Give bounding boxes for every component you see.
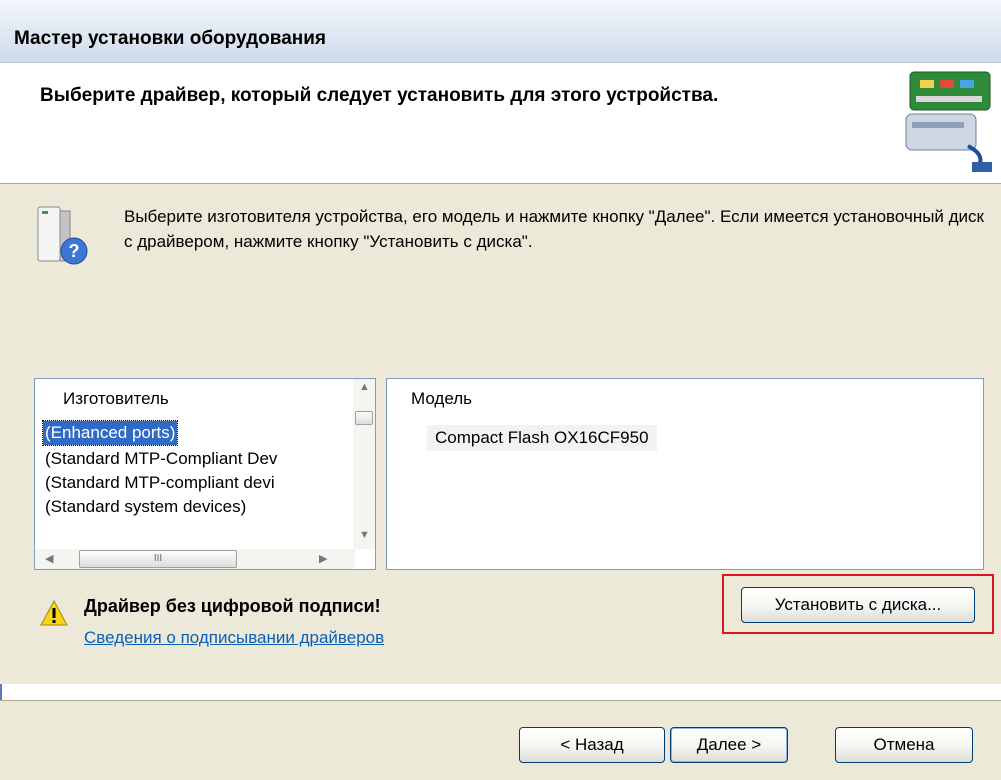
hardware-install-icon [905,71,992,172]
back-button[interactable]: < Назад [519,727,665,763]
scrollbar-thumb[interactable] [355,411,373,425]
model-item[interactable]: Compact Flash OX16CF950 [427,425,657,451]
wizard-header: Выберите драйвер, который следует устано… [0,63,1001,184]
scroll-down-arrow-icon[interactable]: ▼ [359,529,370,541]
page-title: Выберите драйвер, который следует устано… [40,85,719,106]
manufacturer-item[interactable]: (Standard MTP-compliant devi [43,471,277,495]
have-disk-button[interactable]: Установить с диска... [741,587,975,623]
manufacturer-list[interactable]: Изготовитель (Enhanced ports) (Standard … [34,378,376,570]
next-button[interactable]: Далее > [670,727,788,763]
manufacturer-vertical-scrollbar[interactable]: ▲ ▼ [353,379,375,549]
scrollbar-thumb[interactable]: III [79,550,237,568]
manufacturer-column-header[interactable]: Изготовитель [35,379,169,411]
driver-signing-info-link[interactable]: Сведения о подписывании драйверов [84,628,384,648]
scroll-right-arrow-icon[interactable]: ▶ [319,552,327,565]
manufacturer-horizontal-scrollbar[interactable]: ◀ III ▶ [35,549,355,569]
manufacturer-item[interactable]: (Enhanced ports) [41,420,179,446]
hardware-wizard-window: Мастер установки оборудования Выберите д… [0,0,1001,780]
scroll-up-arrow-icon[interactable]: ▲ [359,381,370,393]
manufacturer-item[interactable]: (Standard system devices) [43,495,248,519]
manufacturer-item[interactable]: (Standard MTP-Compliant Dev [43,447,279,471]
unsigned-driver-warning: Драйвер без цифровой подписи! [84,596,381,616]
instruction-text: Выберите изготовителя устройства, его мо… [124,207,984,251]
title-bar[interactable]: Мастер установки оборудования [0,0,1001,63]
svg-text:?: ? [69,241,80,261]
cancel-button[interactable]: Отмена [835,727,973,763]
warning-icon [40,600,68,626]
device-question-icon: ? [37,206,88,265]
window-title: Мастер установки оборудования [14,28,327,49]
model-column-header[interactable]: Модель [387,379,472,411]
model-list[interactable]: Модель Compact Flash OX16CF950 [386,378,984,570]
scroll-left-arrow-icon[interactable]: ◀ [45,552,53,565]
